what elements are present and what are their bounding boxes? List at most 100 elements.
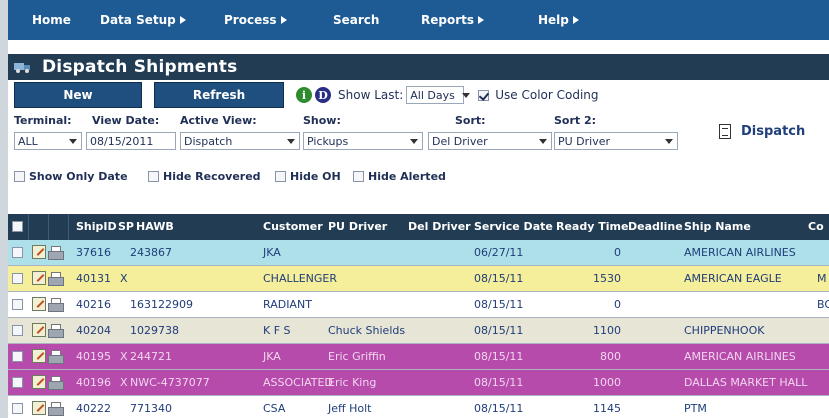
- edit-icon[interactable]: [32, 349, 46, 363]
- row-checkbox[interactable]: [12, 351, 23, 362]
- terminal-select[interactable]: ALL: [14, 132, 82, 150]
- chevron-down-icon: [66, 133, 80, 149]
- cell-service-date: 08/15/11: [474, 402, 524, 415]
- table-row[interactable]: 37616 243867 JKA 06/27/11 0 AMERICAN AIRLINES: [8, 240, 829, 266]
- print-icon[interactable]: [48, 402, 64, 416]
- cell-pu-driver: Eric Griffin: [328, 350, 386, 363]
- table-row[interactable]: 40216 163122909 RADIANT 08/15/11 0 BO: [8, 292, 829, 318]
- new-button[interactable]: New: [14, 82, 142, 108]
- show-last-select[interactable]: All Days: [406, 86, 471, 104]
- edit-icon[interactable]: [32, 297, 46, 311]
- cell-ready-time: 0: [614, 298, 621, 311]
- cell-customer: JKA: [263, 246, 281, 259]
- flag-show-only-date[interactable]: Show Only Date: [14, 170, 128, 183]
- cell-ship-name: AMERICAN EAGLE: [684, 272, 782, 285]
- flag-label: Show Only Date: [29, 170, 128, 183]
- edit-icon[interactable]: [32, 375, 46, 389]
- print-icon[interactable]: [48, 350, 64, 364]
- nav-item-search[interactable]: Search: [333, 13, 379, 27]
- cell-service-date: 08/15/11: [474, 324, 524, 337]
- col-co[interactable]: Co: [808, 214, 824, 240]
- nav-item-process[interactable]: Process: [224, 13, 287, 27]
- edit-icon[interactable]: [32, 401, 46, 415]
- show-select[interactable]: Pickups: [303, 132, 423, 150]
- cell-shipid: 40222: [76, 402, 111, 415]
- col-ready-time[interactable]: Ready Time: [556, 214, 628, 240]
- row-checkbox[interactable]: [12, 403, 23, 414]
- cell-shipid: 40131: [76, 272, 111, 285]
- cell-shipid: 40195: [76, 350, 111, 363]
- cell-sp: X: [120, 376, 128, 389]
- print-icon[interactable]: [48, 298, 64, 312]
- row-actions: [32, 349, 64, 364]
- nav-item-help[interactable]: Help: [538, 13, 579, 27]
- sort2-select[interactable]: PU Driver: [554, 132, 678, 150]
- sort-value: Del Driver: [432, 134, 488, 148]
- table-row[interactable]: 40222 771340 CSA Jeff Holt 08/15/11 1145 PTM: [8, 396, 829, 418]
- col-deadline[interactable]: Deadline: [628, 214, 683, 240]
- title-bar: Dispatch Shipments: [8, 54, 829, 80]
- chevron-down-icon: [407, 133, 421, 149]
- col-hawb[interactable]: HAWB: [136, 214, 174, 240]
- col-customer[interactable]: Customer: [263, 214, 323, 240]
- active-view-select[interactable]: Dispatch: [180, 132, 300, 150]
- nav-item-data-setup[interactable]: Data Setup: [100, 13, 186, 27]
- row-checkbox[interactable]: [12, 247, 23, 258]
- hide-recovered-checkbox[interactable]: [148, 171, 159, 182]
- cell-ready-time: 0: [614, 246, 621, 259]
- header-divider: [68, 214, 69, 240]
- chevron-down-icon: [662, 133, 676, 149]
- print-icon[interactable]: [48, 324, 64, 338]
- table-row[interactable]: 40195 X 244721 JKA Eric Griffin 08/15/11 800 AM…: [8, 344, 829, 370]
- col-del-driver[interactable]: Del Driver: [408, 214, 471, 240]
- row-actions: [32, 245, 64, 260]
- flag-hide-oh[interactable]: Hide OH: [275, 170, 341, 183]
- sort-select[interactable]: Del Driver: [428, 132, 552, 150]
- terminal-value: ALL: [18, 134, 38, 148]
- show-value: Pickups: [307, 134, 349, 148]
- cell-pu-driver: Eric King: [328, 376, 377, 389]
- d-icon[interactable]: D: [315, 87, 331, 103]
- cell-customer: ASSOCIATED: [263, 376, 333, 389]
- print-icon[interactable]: [48, 376, 64, 390]
- nav-item-home[interactable]: Home: [32, 13, 71, 27]
- flag-hide-alerted[interactable]: Hide Alerted: [353, 170, 446, 183]
- edit-icon[interactable]: [32, 323, 46, 337]
- dispatch-report-link[interactable]: Dispatch: [719, 124, 805, 139]
- flag-hide-recovered[interactable]: Hide Recovered: [148, 170, 261, 183]
- view-date-input[interactable]: 08/15/2011: [86, 132, 176, 150]
- print-icon[interactable]: [48, 272, 64, 286]
- cell-service-date: 08/15/11: [474, 376, 524, 389]
- row-checkbox[interactable]: [12, 273, 23, 284]
- col-sp[interactable]: SP: [118, 214, 134, 240]
- nav-item-reports[interactable]: Reports: [421, 13, 485, 27]
- hide-alerted-checkbox[interactable]: [353, 171, 364, 182]
- print-icon[interactable]: [48, 246, 64, 260]
- cell-ready-time: 1100: [593, 324, 621, 337]
- hide-oh-checkbox[interactable]: [275, 171, 286, 182]
- select-all-checkbox[interactable]: [12, 221, 23, 232]
- table-row[interactable]: 40204 1029738 K F S Chuck Shields 08/15/11 11…: [8, 318, 829, 344]
- row-checkbox[interactable]: [12, 377, 23, 388]
- show-only-date-checkbox[interactable]: [14, 171, 25, 182]
- edit-icon[interactable]: [32, 245, 46, 259]
- nav-item-label: Reports: [421, 13, 475, 27]
- table-row[interactable]: 40196 X NWC-4737077 ASSOCIATED Eric King 08/1…: [8, 370, 829, 396]
- cell-hawb: 163122909: [130, 298, 193, 311]
- table-row[interactable]: 40131 X CHALLENGER 08/15/11 1530 AMERICAN EAG…: [8, 266, 829, 292]
- col-ship-name[interactable]: Ship Name: [684, 214, 751, 240]
- row-checkbox[interactable]: [12, 325, 23, 336]
- refresh-button[interactable]: Refresh: [154, 82, 284, 108]
- edit-icon[interactable]: [32, 271, 46, 285]
- info-icon[interactable]: i: [296, 87, 312, 103]
- row-checkbox[interactable]: [12, 299, 23, 310]
- col-service-date[interactable]: Service Date: [474, 214, 553, 240]
- color-coding-checkbox[interactable]: [478, 89, 490, 101]
- cell-customer: K F S: [263, 324, 291, 337]
- col-pu-driver[interactable]: PU Driver: [328, 214, 387, 240]
- color-coding-toggle[interactable]: Use Color Coding: [478, 88, 599, 102]
- cell-ship-name: CHIPPENHOOK: [684, 324, 765, 337]
- col-shipid[interactable]: ShipID: [76, 214, 117, 240]
- sort-label: Sort:: [455, 114, 486, 127]
- top-nav: Home Data Setup Process Search Reports Help: [8, 0, 829, 40]
